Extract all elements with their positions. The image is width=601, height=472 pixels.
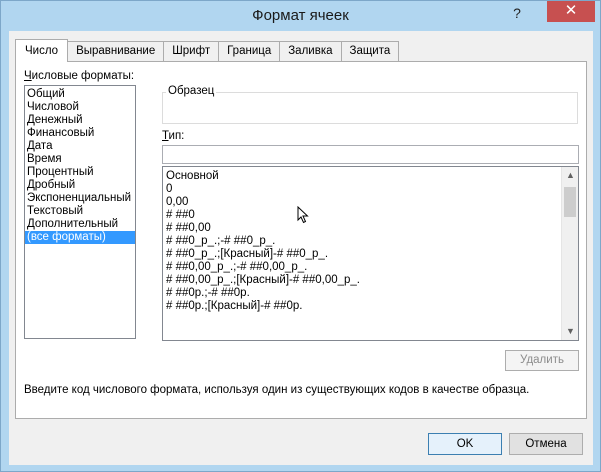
number-tab-panel: Числовые форматы: Общий Числовой Денежны… (15, 61, 587, 419)
tab-strip: Число Выравнивание Шрифт Граница Заливка… (15, 39, 400, 62)
scroll-down-icon[interactable]: ▼ (562, 323, 578, 340)
format-code-item[interactable]: # ##0,00_р_.;[Красный]-# ##0,00_р_. (166, 274, 360, 287)
category-text[interactable]: Текстовый (25, 205, 135, 218)
tab-number[interactable]: Число (15, 39, 69, 62)
category-date[interactable]: Дата (25, 140, 135, 153)
cancel-button[interactable]: Отмена (509, 433, 583, 455)
category-custom[interactable]: (все форматы) (25, 231, 135, 244)
format-code-item[interactable]: Основной (166, 170, 360, 183)
format-code-item[interactable]: # ##0_р_.;[Красный]-# ##0_р_. (166, 248, 360, 261)
format-code-item[interactable]: # ##0 (166, 209, 360, 222)
sample-group (162, 92, 578, 124)
help-button[interactable]: ? (505, 3, 529, 23)
category-general[interactable]: Общий (25, 88, 135, 101)
categories-label-accelerator: Ч (24, 70, 32, 82)
format-code-item[interactable]: # ##0_р_.;-# ##0_р_. (166, 235, 360, 248)
format-code-item[interactable]: # ##0,00 (166, 222, 360, 235)
categories-list[interactable]: Общий Числовой Денежный Финансовый Дата … (24, 85, 136, 339)
scroll-up-icon[interactable]: ▲ (562, 167, 578, 184)
format-code-item[interactable]: # ##0р.;-# ##0р. (166, 287, 360, 300)
tab-fill[interactable]: Заливка (279, 41, 342, 61)
format-list-scrollbar[interactable]: ▲ ▼ (561, 167, 578, 340)
title-bar[interactable]: Формат ячеек ? ✕ (1, 1, 600, 31)
categories-label: Числовые форматы: (24, 70, 134, 82)
tab-alignment[interactable]: Выравнивание (67, 41, 165, 61)
close-button[interactable]: ✕ (547, 1, 595, 22)
categories-label-text: исловые форматы: (31, 70, 135, 82)
tab-border[interactable]: Граница (218, 41, 281, 61)
format-cells-dialog: Формат ячеек ? ✕ Число Выравнивание Шриф… (0, 0, 601, 472)
sample-label: Образец (166, 85, 217, 97)
format-code-item[interactable]: 0,00 (166, 196, 360, 209)
category-accounting[interactable]: Финансовый (25, 127, 135, 140)
scroll-thumb[interactable] (564, 187, 576, 217)
category-special[interactable]: Дополнительный (25, 218, 135, 231)
category-scientific[interactable]: Экспоненциальный (25, 192, 135, 205)
type-input[interactable] (162, 145, 579, 164)
category-currency[interactable]: Денежный (25, 114, 135, 127)
format-code-item[interactable]: # ##0р.;[Красный]-# ##0р. (166, 300, 360, 313)
type-label: Тип: (162, 130, 184, 142)
format-code-item[interactable]: 0 (166, 183, 360, 196)
format-codes-items: Основной 0 0,00 # ##0 # ##0,00 # ##0_р_.… (166, 170, 360, 313)
tab-protection[interactable]: Защита (340, 41, 400, 61)
ok-button[interactable]: OK (428, 433, 502, 455)
type-label-text: ип: (168, 130, 185, 142)
tab-font[interactable]: Шрифт (163, 41, 220, 61)
format-code-item[interactable]: # ##0,00_р_.;-# ##0,00_р_. (166, 261, 360, 274)
category-time[interactable]: Время (25, 153, 135, 166)
hint-text: Введите код числового формата, используя… (24, 384, 530, 396)
dialog-body: Число Выравнивание Шрифт Граница Заливка… (9, 31, 593, 465)
category-number[interactable]: Числовой (25, 101, 135, 114)
mouse-cursor-icon (297, 206, 309, 224)
category-percentage[interactable]: Процентный (25, 166, 135, 179)
category-fraction[interactable]: Дробный (25, 179, 135, 192)
format-codes-list[interactable]: Основной 0 0,00 # ##0 # ##0,00 # ##0_р_.… (162, 166, 579, 341)
delete-button[interactable]: Удалить (505, 350, 579, 371)
